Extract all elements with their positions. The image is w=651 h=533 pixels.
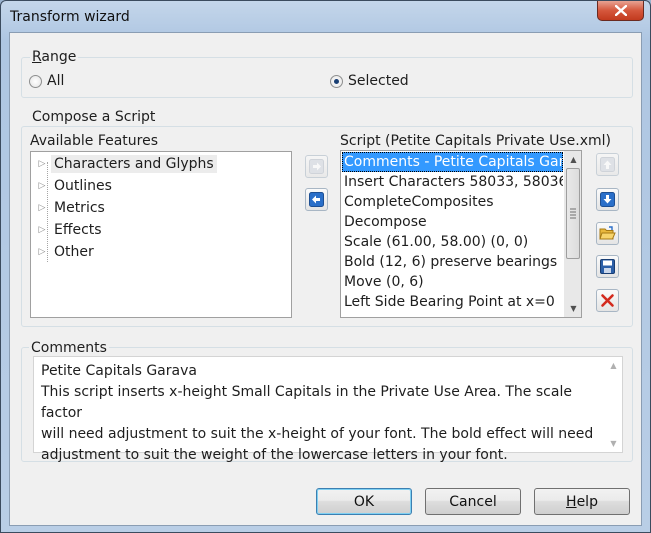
compose-group-label: Compose a Script: [30, 109, 158, 125]
tree-item-other[interactable]: ▷ Other: [37, 241, 97, 263]
move-down-button[interactable]: [596, 188, 619, 211]
range-group: [21, 57, 633, 98]
script-row[interactable]: Left Side Bearing Point at x=0: [342, 292, 563, 312]
tree-item-label: Metrics: [54, 200, 105, 216]
close-icon: [614, 5, 627, 16]
script-row[interactable]: Scale (61.00, 58.00) (0, 0): [342, 232, 563, 252]
comments-scrollbar[interactable]: ▲ ▼: [605, 357, 622, 452]
expand-icon[interactable]: ▷: [37, 203, 47, 213]
script-row[interactable]: Move (0, 6): [342, 272, 563, 292]
script-listbox[interactable]: Comments - Petite Capitals Garava Insert…: [340, 150, 582, 318]
tree-item-outlines[interactable]: ▷ Outlines: [37, 175, 115, 197]
comment-line: This script inserts x-height Small Capit…: [41, 384, 572, 421]
tree-item-characters-and-glyphs[interactable]: ▷ Characters and Glyphs: [37, 153, 217, 175]
grip-icon: [570, 208, 576, 219]
comments-group-label: Comments: [29, 340, 109, 356]
script-row[interactable]: Decompose: [342, 212, 563, 232]
save-icon: [600, 259, 615, 274]
scroll-down-arrow-icon[interactable]: ▼: [605, 435, 622, 452]
dialog-client-area: Range All Selected Compose a Script Avai…: [9, 32, 642, 526]
tree-item-label: Outlines: [54, 178, 112, 194]
radio-all-circle[interactable]: [29, 74, 42, 88]
title-bar[interactable]: Transform wizard: [1, 1, 650, 33]
expand-icon[interactable]: ▷: [37, 225, 47, 235]
expand-icon[interactable]: ▷: [37, 159, 47, 169]
script-row[interactable]: Comments - Petite Capitals Garava: [342, 152, 563, 172]
radio-all-label: All: [47, 73, 65, 89]
scrollbar-thumb[interactable]: [566, 168, 580, 259]
comment-line: Petite Capitals Garava: [41, 363, 197, 379]
help-button[interactable]: Help: [534, 488, 630, 515]
tree-item-effects[interactable]: ▷ Effects: [37, 219, 105, 241]
radio-selected-label: Selected: [348, 73, 409, 89]
arrow-up-icon: [600, 157, 615, 172]
comment-line: adjustment to suit the weight of the low…: [41, 447, 508, 463]
available-features-tree[interactable]: ▷ Characters and Glyphs ▷ Outlines ▷ Met…: [30, 151, 292, 318]
expand-icon[interactable]: ▷: [37, 181, 47, 191]
expand-icon[interactable]: ▷: [37, 247, 47, 257]
radio-all[interactable]: All: [29, 73, 64, 89]
arrow-left-icon: [309, 192, 324, 207]
tree-item-label: Characters and Glyphs: [51, 155, 217, 173]
scroll-up-arrow-icon[interactable]: ▲: [565, 151, 582, 168]
available-features-label: Available Features: [30, 133, 159, 149]
script-label: Script (Petite Capitals Private Use.xml): [340, 133, 611, 149]
close-window-button[interactable]: [597, 1, 644, 21]
folder-open-icon: [599, 226, 616, 240]
delete-x-icon: [601, 294, 614, 307]
help-mnemonic: H: [566, 493, 577, 510]
open-script-button[interactable]: [596, 222, 619, 245]
comments-textarea[interactable]: Petite Capitals Garava This script inser…: [33, 356, 623, 463]
tree-item-label: Effects: [54, 222, 102, 238]
window-title: Transform wizard: [10, 9, 130, 25]
move-up-button[interactable]: [596, 153, 619, 176]
script-row[interactable]: Insert Characters 58033, 58036-5: [342, 172, 563, 192]
tree-item-label: Other: [54, 244, 94, 260]
delete-script-item-button[interactable]: [596, 289, 619, 312]
remove-from-script-button[interactable]: [305, 188, 328, 211]
tree-item-metrics[interactable]: ▷ Metrics: [37, 197, 108, 219]
save-script-button[interactable]: [596, 255, 619, 278]
range-label-rest: ange: [41, 49, 77, 65]
transform-wizard-window: Transform wizard Range All Selected Comp…: [0, 0, 651, 533]
arrow-right-icon: [309, 159, 324, 174]
script-scrollbar[interactable]: ▲ ▼: [564, 151, 581, 317]
help-label-rest: elp: [576, 493, 598, 510]
add-to-script-button[interactable]: [305, 155, 328, 178]
radio-selected-circle[interactable]: [330, 74, 343, 88]
comment-line: will need adjustment to suit the x-heigh…: [41, 426, 594, 442]
ok-button[interactable]: OK: [316, 488, 412, 515]
range-label-mnemonic: R: [32, 49, 42, 65]
cancel-button[interactable]: Cancel: [425, 488, 521, 515]
range-group-label: Range: [30, 49, 79, 65]
arrow-down-icon: [600, 192, 615, 207]
script-row[interactable]: CompleteComposites: [342, 192, 563, 212]
help-label: Help: [566, 494, 598, 510]
script-row[interactable]: Bold (12, 6) preserve bearings: [342, 252, 563, 272]
scroll-up-arrow-icon[interactable]: ▲: [605, 357, 622, 374]
radio-selected[interactable]: Selected: [330, 73, 409, 89]
scroll-down-arrow-icon[interactable]: ▼: [565, 300, 582, 317]
